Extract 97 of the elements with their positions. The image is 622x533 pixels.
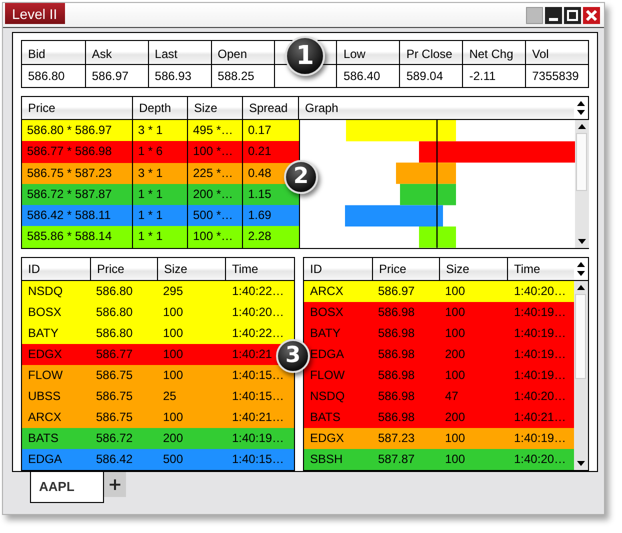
id-cell-text: BATS — [309, 409, 342, 426]
price-cell-text: 586.80 — [95, 325, 134, 342]
time-cell-text: 1:40:19… — [513, 346, 568, 363]
time-cell-text: 1:40:20… — [513, 388, 568, 405]
price-cell-text: 586.98 — [377, 409, 416, 426]
size-cell-text: 100 — [444, 451, 466, 468]
size-cell-text: 100 — [162, 325, 184, 342]
time-cell-text: 1:40:21… — [231, 409, 286, 426]
price-cell-text: 586.97 — [377, 283, 416, 300]
size-cell: 100 *… — [187, 226, 242, 248]
time-cell-text: 1:40:22… — [231, 283, 286, 300]
time-cell-text: 1:40:20… — [513, 451, 568, 468]
time-cell-text: 1:40:15… — [231, 451, 286, 468]
size-cell-text: 500 — [162, 451, 184, 468]
quote-value: -2.11 — [462, 64, 526, 87]
size-cell-text: 200 — [162, 430, 184, 447]
price-cell-text: 586.75 — [95, 409, 134, 426]
quote-value: 586.40 — [336, 64, 400, 87]
price-cell-text: 586.80 — [95, 283, 134, 300]
id-cell-text: BATY — [27, 325, 60, 342]
price-cell-text: 586.75 * 587.23 — [26, 164, 113, 182]
size-cell-text: 100 — [444, 304, 466, 321]
price-cell-text: 587.23 — [377, 430, 416, 447]
price-cell-text: 586.98 — [377, 388, 416, 405]
time-cell-text: 1:40:22… — [231, 325, 286, 342]
id-cell-text: BOSX — [309, 304, 344, 321]
id-cell-text: BATY — [309, 325, 342, 342]
column-header: Low — [336, 41, 400, 64]
column-header: Vol — [525, 41, 588, 64]
time-cell-text: 1:40:20… — [513, 283, 568, 300]
size-cell-text: 100 — [162, 409, 184, 426]
price-cell-text: 586.72 — [95, 430, 134, 447]
price-cell-text: 586.72 * 587.87 — [26, 186, 113, 203]
size-cell-text: 100 — [444, 367, 466, 384]
size-cell-text: 100 — [162, 367, 184, 384]
column-header: Last — [148, 41, 211, 64]
time-cell-text: 1:40:21… — [513, 409, 568, 426]
time-cell-text: 1:40:15… — [231, 388, 286, 405]
size-cell-text: 25 — [162, 388, 178, 405]
size-cell-text: 100 — [162, 346, 184, 363]
spread-cell: 2.28 — [242, 226, 298, 248]
price-cell-text: 586.42 — [95, 451, 134, 468]
id-cell-text: EDGA — [27, 451, 64, 468]
size-cell-text: 100 — [444, 430, 466, 447]
id-cell-text: EDGX — [309, 430, 346, 447]
id-cell-text: FLOW — [309, 367, 346, 384]
time-cell-text: 1:40:19… — [513, 430, 568, 447]
price-cell-text: 586.42 * 588.11 — [26, 207, 112, 224]
id-cell-text: BATS — [27, 430, 60, 447]
quote-value: 588.25 — [210, 64, 274, 87]
time-cell-text: 1:40:19… — [513, 325, 568, 342]
price-cell-text: 586.75 — [95, 388, 134, 405]
time-cell-text: 1:40:19… — [513, 304, 568, 321]
quote-value: 589.04 — [399, 64, 462, 87]
column-header: Pr Close — [399, 41, 462, 64]
quote-value: 586.93 — [148, 64, 211, 87]
window-title: Level II — [5, 3, 66, 24]
time-cell-text: 1:40:19… — [513, 367, 568, 384]
price-cell-text: 586.98 — [377, 367, 416, 384]
price-cell-text: 586.75 — [95, 367, 134, 384]
quote-value: 586.97 — [84, 64, 148, 87]
id-cell-text: NSDQ — [309, 388, 346, 405]
price-cell-text: 586.98 — [377, 304, 416, 321]
price-cell-text: 586.80 * 586.97 — [26, 122, 113, 139]
column-header: Open — [210, 41, 274, 64]
size-cell-text: 200 — [444, 346, 466, 363]
id-cell-text: EDGA — [309, 346, 346, 363]
time-cell-text: 1:40:19… — [231, 430, 286, 447]
price-cell-text: 585.86 * 588.14 — [26, 228, 113, 246]
id-cell-text: SBSH — [309, 451, 344, 468]
size-cell-text: 295 — [162, 283, 184, 300]
size-cell-text: 200 — [444, 409, 466, 426]
id-cell-text: ARCX — [27, 409, 62, 426]
price-cell-text: 586.80 — [95, 304, 134, 321]
id-cell-text: BOSX — [27, 304, 62, 321]
time-cell-text: 1:40:21 — [231, 346, 274, 363]
size-cell-text: 47 — [444, 388, 460, 405]
price-cell-text: 586.98 — [377, 346, 416, 363]
id-cell-text: EDGX — [27, 346, 64, 363]
quote-value: 7355839 — [525, 64, 588, 87]
price-cell-text: 586.77 — [95, 346, 134, 363]
id-cell-text: FLOW — [27, 367, 64, 384]
size-cell-text: 100 — [444, 283, 466, 300]
price-cell-text: 586.98 — [377, 325, 416, 342]
price-cell-text: 586.77 * 586.98 — [26, 143, 113, 160]
id-cell-text: UBSS — [27, 388, 62, 405]
depth-cell: 1 * 1 — [132, 226, 187, 248]
size-cell-text: 100 — [162, 304, 184, 321]
id-cell-text: NSDQ — [27, 283, 64, 300]
column-header: Ask — [84, 41, 148, 64]
size-cell-text: 100 — [444, 325, 466, 342]
quote-value: 586.80 — [22, 64, 85, 87]
price-cell-text: 587.87 — [377, 451, 416, 468]
time-cell-text: 1:40:20… — [231, 304, 286, 321]
step-number-tooltip: 1 — [285, 36, 325, 76]
column-header: Net Chg — [462, 41, 526, 64]
id-cell-text: ARCX — [309, 283, 344, 300]
